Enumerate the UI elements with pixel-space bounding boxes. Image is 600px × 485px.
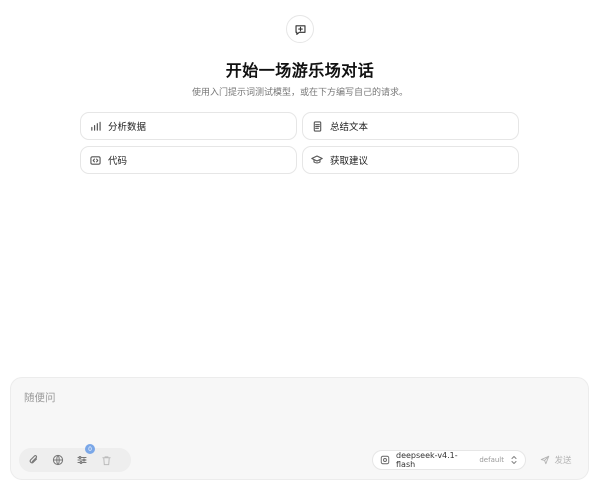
page-title: 开始一场游乐场对话 [225, 61, 375, 80]
globe-icon[interactable] [51, 453, 65, 467]
suggestion-get-advice[interactable]: 获取建议 [302, 146, 519, 174]
trash-icon[interactable] [99, 453, 113, 467]
suggestion-label: 总结文本 [330, 122, 369, 133]
settings-badge: 0 [85, 444, 95, 454]
send-icon [540, 455, 550, 465]
suggestion-analyze-data[interactable]: 分析数据 [80, 112, 297, 140]
page-subtitle: 使用入门提示词测试模型，或在下方编写自己的请求。 [191, 88, 408, 98]
suggestion-label: 分析数据 [108, 122, 147, 133]
document-icon [311, 120, 323, 132]
model-name: deepseek-v4.1-flash [396, 451, 458, 469]
bar-chart-icon [89, 120, 101, 132]
code-icon [89, 154, 101, 166]
sliders-icon[interactable]: 0 [75, 444, 95, 467]
model-selector[interactable]: deepseek-v4.1-flash default [372, 450, 526, 470]
chat-plus-icon [286, 15, 314, 43]
chevron-updown-icon [510, 455, 518, 465]
graduation-cap-icon [311, 154, 323, 166]
model-tag: default [479, 456, 504, 464]
paperclip-icon[interactable] [27, 453, 41, 467]
composer: 0 deepseek-v4.1-flash default [10, 377, 589, 480]
suggestion-label: 获取建议 [330, 156, 369, 167]
composer-toolbar: 0 [19, 444, 131, 472]
suggestion-summarize-text[interactable]: 总结文本 [302, 112, 519, 140]
send-label: 发送 [554, 456, 572, 466]
model-icon [380, 455, 390, 465]
suggestion-label: 代码 [108, 156, 128, 167]
send-button[interactable]: 发送 [531, 450, 581, 470]
prompt-input[interactable] [11, 378, 588, 440]
suggestion-code[interactable]: 代码 [80, 146, 297, 174]
